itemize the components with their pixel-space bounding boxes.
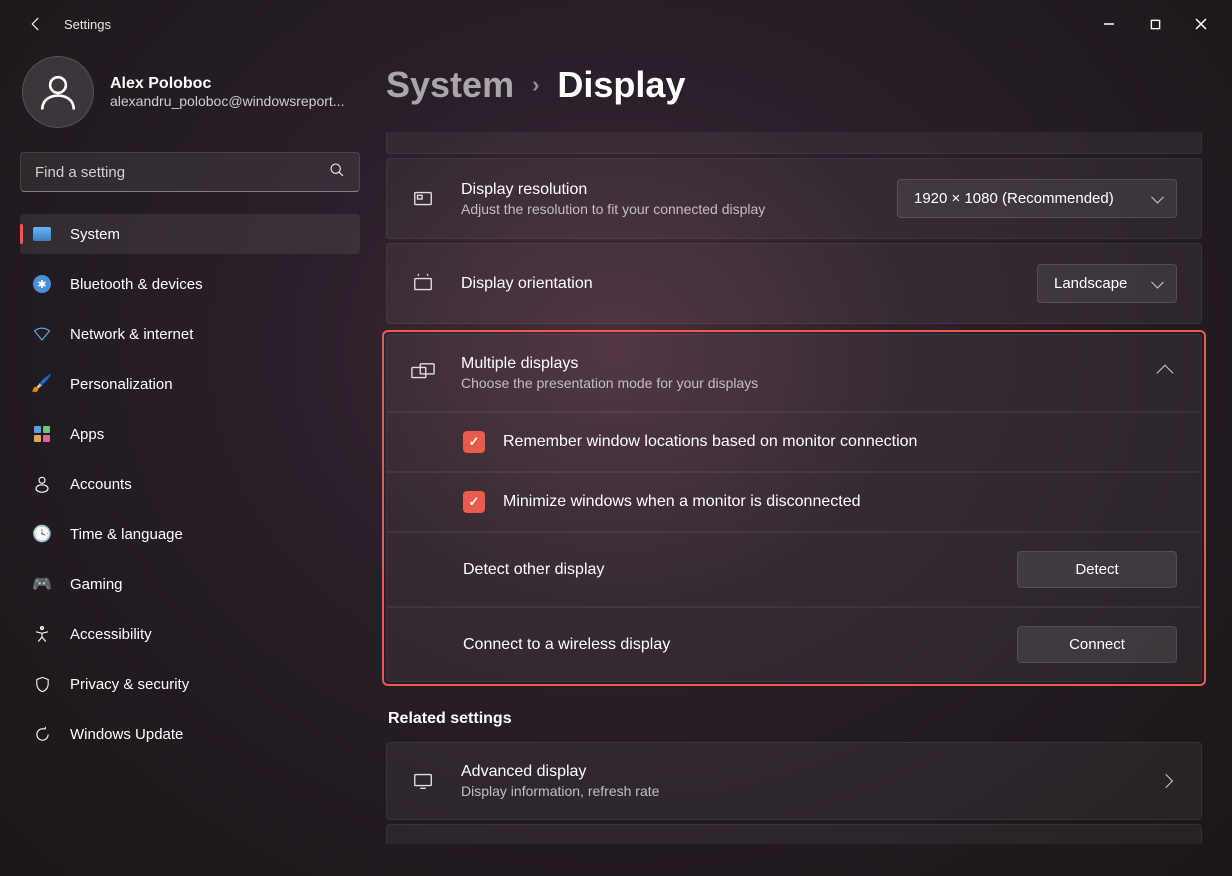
sidebar-item-accessibility[interactable]: Accessibility <box>20 614 360 654</box>
sidebar-item-personalization[interactable]: 🖌️ Personalization <box>20 364 360 404</box>
app-title: Settings <box>64 17 111 32</box>
checkbox-checked[interactable] <box>463 491 485 513</box>
option-minimize-disconnect[interactable]: Minimize windows when a monitor is disco… <box>387 473 1201 531</box>
profile-block[interactable]: Alex Poloboc alexandru_poloboc@windowsre… <box>20 56 360 128</box>
sidebar-item-privacy[interactable]: Privacy & security <box>20 664 360 704</box>
breadcrumb-current: Display <box>557 64 685 106</box>
brush-icon: 🖌️ <box>32 374 52 394</box>
accessibility-icon <box>32 624 52 644</box>
chevron-up-icon <box>1157 365 1174 382</box>
option-label: Remember window locations based on monit… <box>503 433 1177 451</box>
orientation-icon <box>411 273 435 295</box>
multiple-displays-header[interactable]: Multiple displays Choose the presentatio… <box>387 335 1201 411</box>
sidebar-item-label: Windows Update <box>70 726 183 743</box>
setting-advanced-display[interactable]: Advanced display Display information, re… <box>386 742 1202 820</box>
sidebar-item-network[interactable]: Network & internet <box>20 314 360 354</box>
profile-email: alexandru_poloboc@windowsreport... <box>110 93 344 109</box>
sidebar-item-accounts[interactable]: Accounts <box>20 464 360 504</box>
sidebar-item-label: System <box>70 226 120 243</box>
setting-card-partial <box>386 132 1202 154</box>
option-label: Minimize windows when a monitor is disco… <box>503 493 1177 511</box>
sidebar-item-label: Apps <box>70 426 104 443</box>
sidebar-item-system[interactable]: System <box>20 214 360 254</box>
shield-icon <box>32 674 52 694</box>
option-remember-locations[interactable]: Remember window locations based on monit… <box>387 413 1201 471</box>
resolution-icon <box>411 188 435 210</box>
chevron-right-icon <box>1159 774 1173 788</box>
update-icon <box>32 724 52 744</box>
accounts-icon <box>32 474 52 494</box>
minimize-button[interactable] <box>1086 8 1132 40</box>
profile-name: Alex Poloboc <box>110 75 344 93</box>
system-icon <box>32 224 52 244</box>
sidebar-item-label: Time & language <box>70 526 183 543</box>
apps-icon <box>32 424 52 444</box>
multiple-displays-block: Multiple displays Choose the presentatio… <box>382 330 1206 686</box>
detect-button[interactable]: Detect <box>1017 551 1177 588</box>
connect-button[interactable]: Connect <box>1017 626 1177 663</box>
option-detect-display: Detect other display Detect <box>387 533 1201 606</box>
resolution-dropdown[interactable]: 1920 × 1080 (Recommended) <box>897 179 1177 218</box>
sidebar-item-label: Accounts <box>70 476 132 493</box>
sidebar-item-label: Gaming <box>70 576 123 593</box>
breadcrumb: System › Display <box>386 56 1202 106</box>
clock-icon: 🕓 <box>32 524 52 544</box>
sidebar-item-label: Privacy & security <box>70 676 189 693</box>
sidebar-item-update[interactable]: Windows Update <box>20 714 360 754</box>
setting-title: Advanced display <box>461 763 1161 781</box>
chevron-right-icon: › <box>532 72 539 98</box>
search-icon <box>329 162 345 183</box>
setting-sub: Adjust the resolution to fit your connec… <box>461 201 897 217</box>
setting-sub: Display information, refresh rate <box>461 783 1161 799</box>
option-connect-wireless: Connect to a wireless display Connect <box>387 608 1201 681</box>
sidebar-item-gaming[interactable]: 🎮 Gaming <box>20 564 360 604</box>
maximize-button[interactable] <box>1132 8 1178 40</box>
setting-orientation: Display orientation Landscape <box>386 243 1202 324</box>
search-box[interactable] <box>20 152 360 192</box>
sidebar-item-time[interactable]: 🕓 Time & language <box>20 514 360 554</box>
multiple-displays-icon <box>411 362 435 384</box>
back-button[interactable] <box>16 4 56 44</box>
monitor-icon <box>411 770 435 792</box>
sidebar-item-label: Personalization <box>70 376 173 393</box>
wifi-icon <box>32 324 52 344</box>
bluetooth-icon: ✱ <box>32 274 52 294</box>
gaming-icon: 🎮 <box>32 574 52 594</box>
sidebar-item-label: Bluetooth & devices <box>70 276 203 293</box>
sidebar-item-bluetooth[interactable]: ✱ Bluetooth & devices <box>20 264 360 304</box>
setting-resolution: Display resolution Adjust the resolution… <box>386 158 1202 239</box>
sidebar-item-apps[interactable]: Apps <box>20 414 360 454</box>
setting-title: Multiple displays <box>461 355 1159 373</box>
breadcrumb-parent[interactable]: System <box>386 64 514 106</box>
search-input[interactable] <box>35 164 329 181</box>
option-label: Detect other display <box>463 561 1017 579</box>
avatar <box>22 56 94 128</box>
close-button[interactable] <box>1178 8 1224 40</box>
setting-title: Display orientation <box>461 275 1037 293</box>
checkbox-checked[interactable] <box>463 431 485 453</box>
orientation-dropdown[interactable]: Landscape <box>1037 264 1177 303</box>
setting-sub: Choose the presentation mode for your di… <box>461 375 1159 391</box>
setting-title: Display resolution <box>461 181 897 199</box>
option-label: Connect to a wireless display <box>463 636 1017 654</box>
sidebar-item-label: Network & internet <box>70 326 193 343</box>
sidebar-item-label: Accessibility <box>70 626 152 643</box>
setting-card-partial-bottom <box>386 824 1202 844</box>
related-heading: Related settings <box>388 710 1202 728</box>
